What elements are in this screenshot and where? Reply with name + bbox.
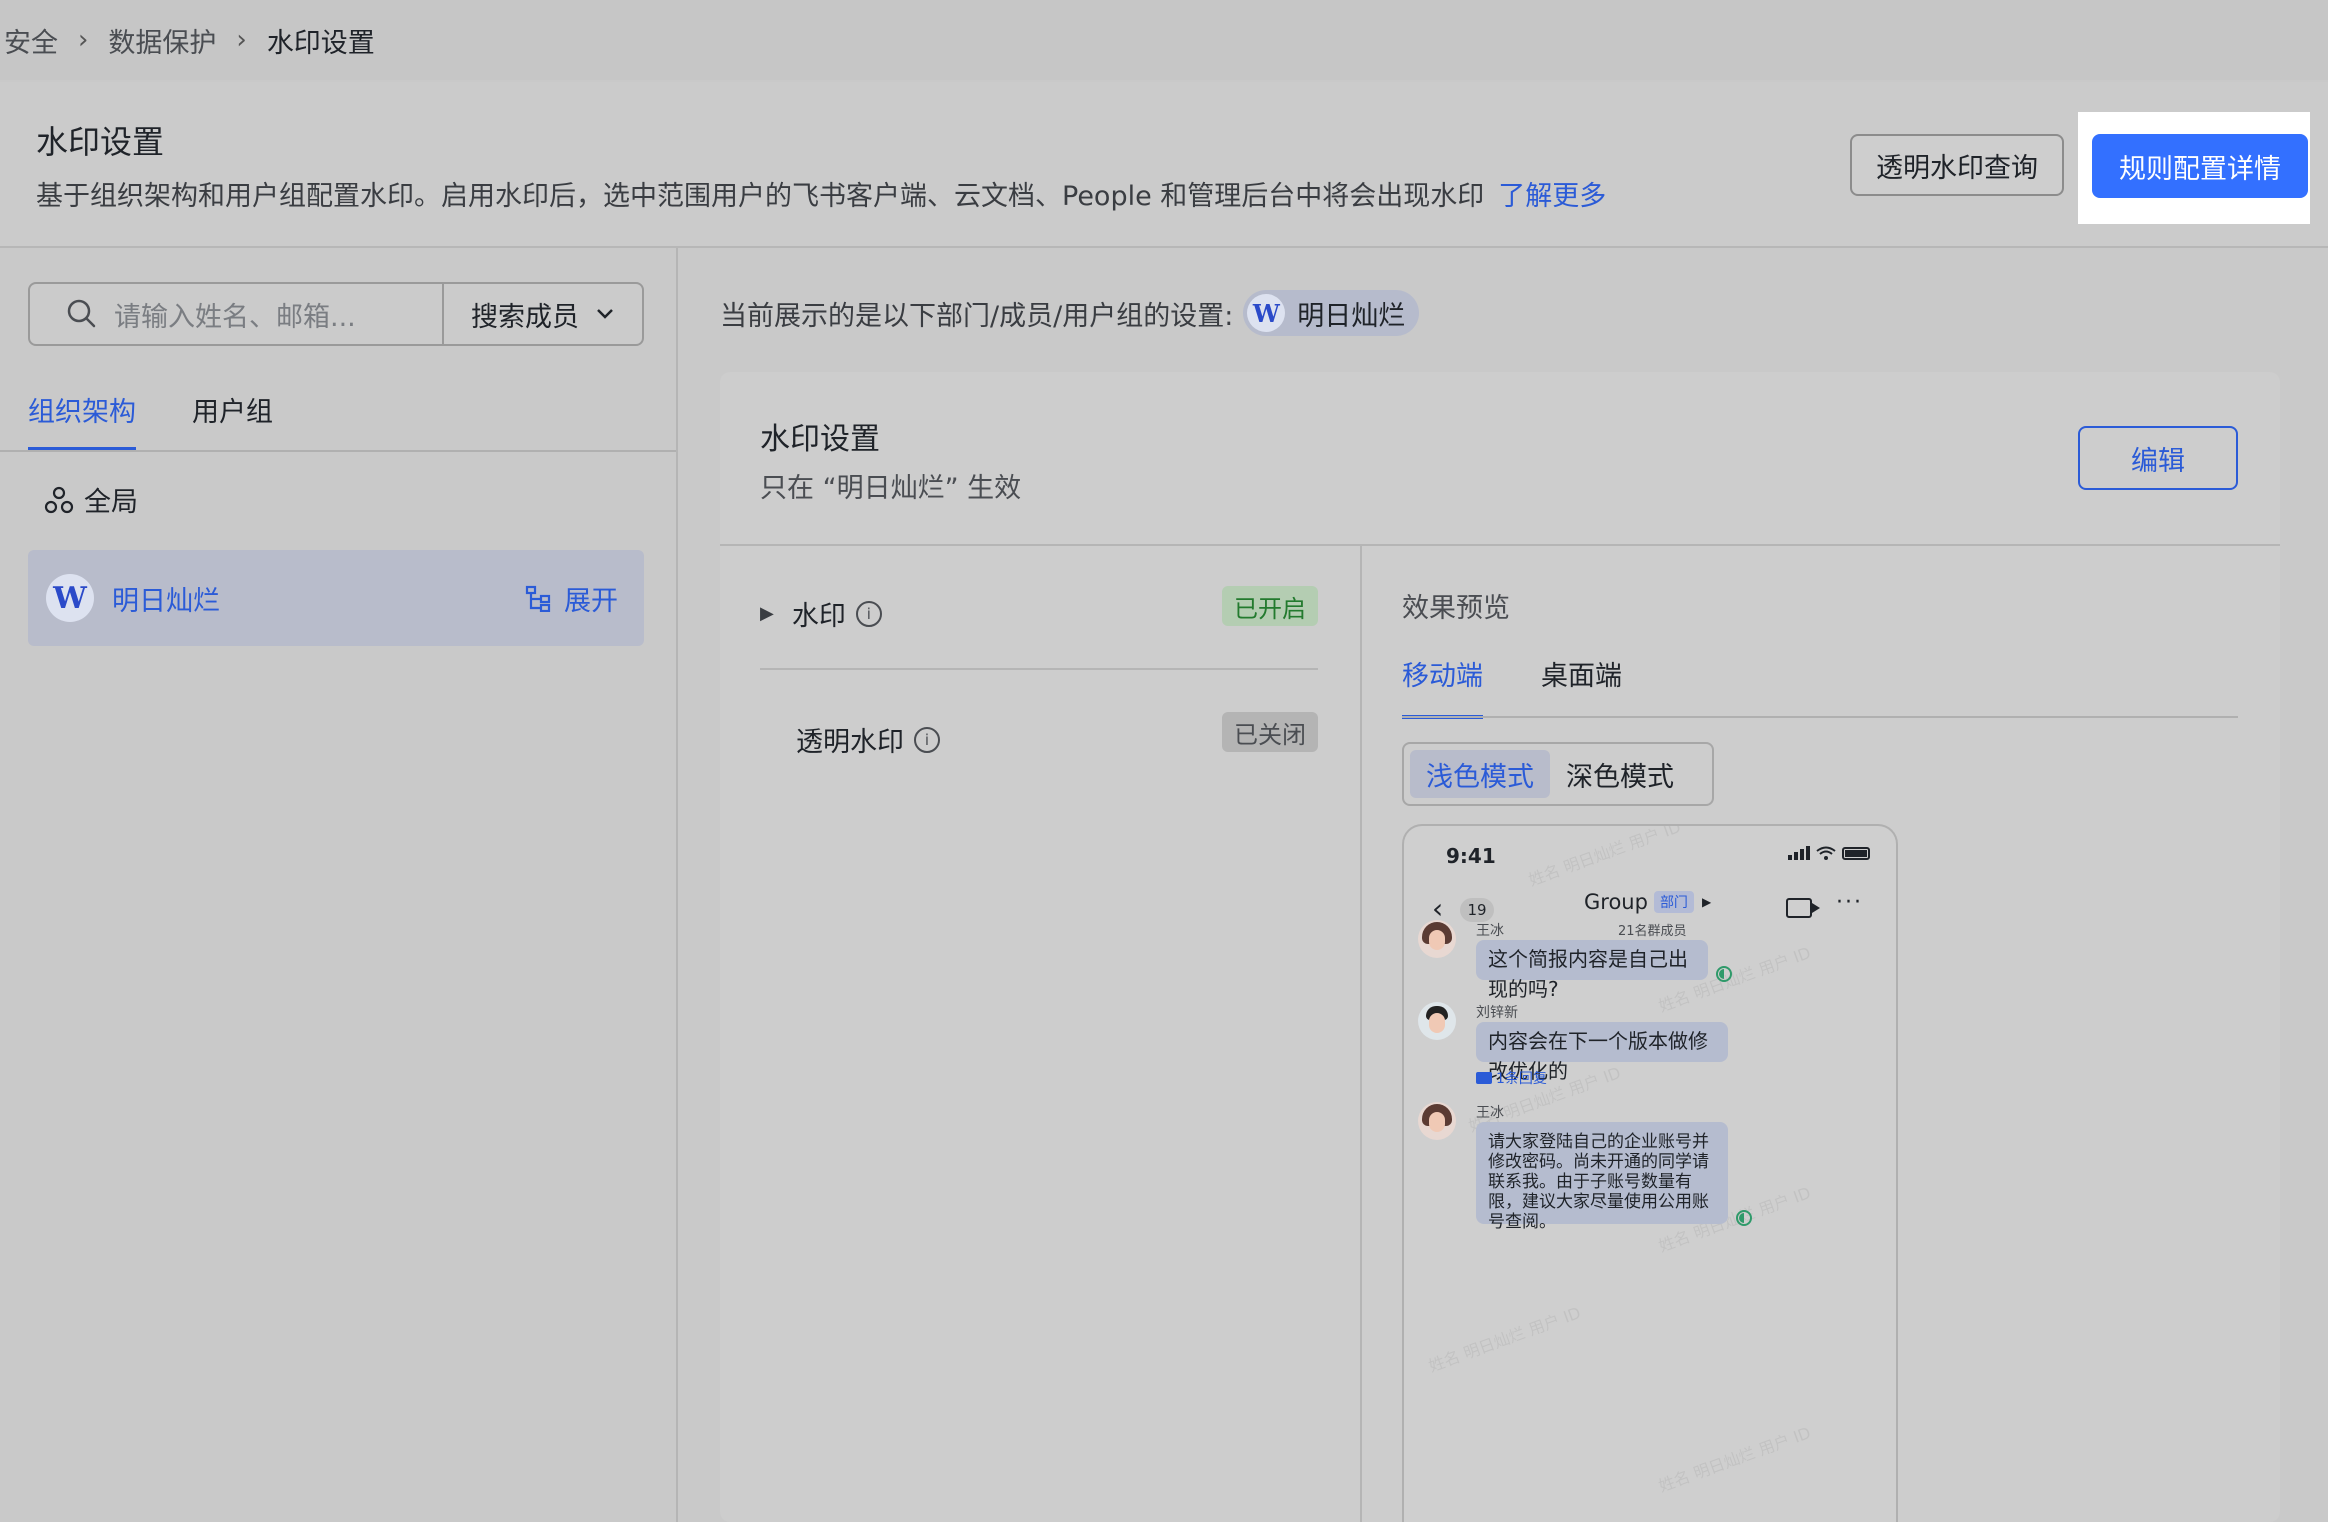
preview-label: 效果预览 <box>1402 593 1510 624</box>
item-divider <box>760 668 1318 670</box>
org-logo-small: W <box>1247 294 1286 332</box>
wifi-icon <box>1816 846 1836 860</box>
scope-chip-label: 明日灿烂 <box>1297 300 1406 332</box>
dark-mode-option[interactable]: 深色模式 <box>1550 750 1690 798</box>
transparent-watermark-query-button[interactable]: 透明水印查询 <box>1850 134 2064 196</box>
search-box: 请输入姓名、邮箱... 搜索成员 <box>28 282 644 346</box>
watermark-text: 姓名 明日灿烂 用户 ID <box>1426 1303 1584 1376</box>
learn-more-link[interactable]: 了解更多 <box>1498 181 1606 212</box>
battery-icon <box>1842 846 1870 860</box>
tab-desktop[interactable]: 桌面端 <box>1541 654 1622 719</box>
expand-label: 展开 <box>564 585 618 617</box>
avatar <box>1418 1102 1456 1140</box>
page-title: 水印设置 <box>36 123 165 161</box>
member-count: 21名群成员 <box>1618 924 1687 939</box>
more-icon: ··· <box>1836 890 1863 915</box>
search-placeholder: 请输入姓名、邮箱... <box>114 301 356 333</box>
mode-switch: 浅色模式 深色模式 <box>1402 742 1714 806</box>
breadcrumb: 安全 › 数据保护 › 水印设置 <box>0 0 2328 80</box>
rules-config-button[interactable]: 规则配置详情 <box>2092 134 2308 198</box>
status-badge-on: 已开启 <box>1222 586 1318 626</box>
sidebar-tabs: 组织架构 用户组 <box>28 390 329 451</box>
tab-org-structure[interactable]: 组织架构 <box>28 390 136 451</box>
search-scope-select[interactable]: 搜索成员 <box>444 284 642 344</box>
reply-count: 1条回复 <box>1496 1071 1547 1087</box>
scope-chip: W 明日灿烂 <box>1243 290 1420 336</box>
tab-user-group[interactable]: 用户组 <box>192 390 273 451</box>
message-bubble: 请大家登陆自己的企业账号并修改密码。尚未开通的同学请联系我。由于子账号数量有限，… <box>1476 1122 1728 1232</box>
watermark-settings-card: 水印设置 只在 “明日灿烂” 生效 编辑 ▶ 水印 i 已开启 透明水印 i 已… <box>720 372 2280 1522</box>
avatar <box>1418 1002 1456 1040</box>
caret-right-icon: ▶ <box>1701 895 1712 909</box>
sidebar: 请输入姓名、邮箱... 搜索成员 组织架构 用户组 全局 W 明日灿烂 展开 <box>0 248 678 1522</box>
chat-title: Group 部门 ▶ <box>1584 890 1711 914</box>
unread-count: 19 <box>1460 898 1494 922</box>
phone-preview: 姓名 明日灿烂 用户 ID 姓名 明日灿烂 用户 ID 姓名 明日灿烂 用户 I… <box>1402 824 1898 1522</box>
card-title: 水印设置 <box>760 422 880 457</box>
sender-name: 刘锌新 <box>1476 1005 1518 1021</box>
message-bubble: 内容会在下一个版本做修改优化的 <box>1476 1022 1728 1083</box>
column-divider <box>1360 546 1362 1522</box>
edit-button[interactable]: 编辑 <box>2078 426 2238 490</box>
description-text: 基于组织架构和用户组配置水印。启用水印后，选中范围用户的飞书客户端、云文档、Pe… <box>36 181 1485 212</box>
page-header: 水印设置 基于组织架构和用户组配置水印。启用水印后，选中范围用户的飞书客户端、云… <box>0 82 2328 248</box>
global-item[interactable]: 全局 <box>44 480 138 519</box>
search-icon <box>67 299 96 328</box>
chevron-down-icon <box>597 309 613 319</box>
comment-icon <box>1476 1072 1492 1084</box>
org-name: 明日灿烂 <box>112 585 220 617</box>
reply-link[interactable]: 1条回复 <box>1476 1068 1547 1088</box>
org-item-selected[interactable]: W 明日灿烂 展开 <box>28 550 644 646</box>
transparent-watermark-label: 透明水印 <box>796 727 904 758</box>
org-tree-icon <box>44 486 74 513</box>
sender-name: 王冰 <box>1476 923 1504 939</box>
status-time: 9:41 <box>1446 844 1496 868</box>
tab-mobile[interactable]: 移动端 <box>1402 654 1483 719</box>
scope-line: 当前展示的是以下部门/成员/用户组的设置: W 明日灿烂 <box>720 290 1420 336</box>
search-scope-label: 搜索成员 <box>471 301 579 333</box>
watermark-text: 姓名 明日灿烂 用户 ID <box>1656 1423 1814 1496</box>
info-icon[interactable]: i <box>914 726 940 753</box>
chevron-right-icon: › <box>78 25 89 55</box>
group-name: Group <box>1584 890 1648 914</box>
sender-name: 王冰 <box>1476 1105 1504 1121</box>
watermark-text: 姓名 明日灿烂 用户 ID <box>1526 824 1684 890</box>
org-logo: W <box>46 574 94 622</box>
card-divider <box>720 544 2280 546</box>
card-subtitle: 只在 “明日灿烂” 生效 <box>760 473 1022 504</box>
breadcrumb-watermark: 水印设置 <box>266 27 375 59</box>
watermark-item[interactable]: ▶ 水印 i <box>760 594 882 633</box>
signal-icon <box>1788 846 1810 860</box>
info-icon[interactable]: i <box>855 600 882 627</box>
breadcrumb-data-protection[interactable]: 数据保护 <box>108 21 216 60</box>
transparent-watermark-item: 透明水印 i <box>796 720 940 759</box>
watermark-label: 水印 <box>791 601 846 632</box>
light-mode-option[interactable]: 浅色模式 <box>1410 750 1550 798</box>
tabs-divider <box>0 450 676 452</box>
dept-tag: 部门 <box>1653 891 1694 913</box>
page-description: 基于组织架构和用户组配置水印。启用水印后，选中范围用户的飞书客户端、云文档、Pe… <box>36 174 1606 213</box>
video-icon <box>1786 898 1820 918</box>
read-status-icon <box>1716 966 1732 982</box>
preview-tabs: 移动端 桌面端 <box>1402 654 1680 719</box>
global-label: 全局 <box>84 487 138 518</box>
avatar <box>1418 920 1456 958</box>
breadcrumb-security[interactable]: 安全 <box>4 21 58 60</box>
chevron-right-icon: › <box>236 25 247 55</box>
search-input[interactable]: 请输入姓名、邮箱... <box>30 284 444 344</box>
status-icons <box>1788 846 1870 860</box>
caret-right-icon[interactable]: ▶ <box>760 603 774 624</box>
message-bubble: 这个简报内容是自己出现的吗? <box>1476 940 1708 1001</box>
scope-text: 当前展示的是以下部门/成员/用户组的设置: <box>720 300 1234 332</box>
preview-tabs-divider <box>1402 716 2238 718</box>
status-badge-off: 已关闭 <box>1222 712 1318 752</box>
hierarchy-icon <box>525 585 551 612</box>
expand-button[interactable]: 展开 <box>524 579 618 618</box>
read-status-icon <box>1736 1210 1752 1226</box>
